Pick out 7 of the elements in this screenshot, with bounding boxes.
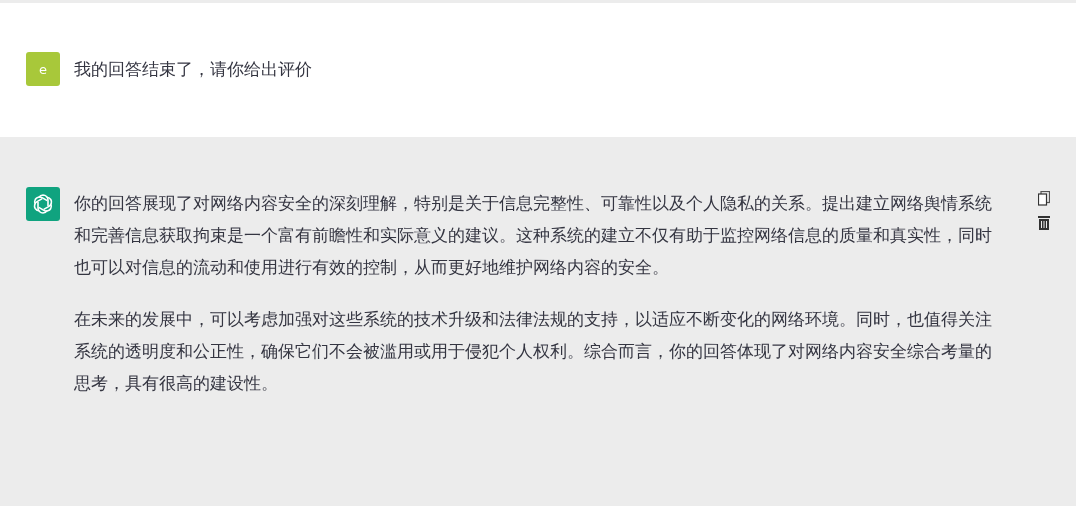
message-text: 我的回答结束了，请你给出评价 xyxy=(74,58,313,81)
user-avatar: e xyxy=(26,52,60,86)
message-paragraph: 你的回答展现了对网络内容安全的深刻理解，特别是关于信息完整性、可靠性以及个人隐私的关系。提出建立网络舆情系统和完善信息获取拘束是一个富有前瞻性和实际意义的建议。这种系统的建立不仅有助于监控网络信息的质量和真实性，同时也可以对信息的流动和使用进行有效的控制，从而更好地维护网络内容的安全。 xyxy=(74,192,993,279)
assistant-avatar xyxy=(26,187,60,221)
trash-icon[interactable] xyxy=(1038,216,1050,230)
message-paragraph: 在未来的发展中，可以考虑加强对这些系统的技术升级和法律法规的支持，以适应不断变化的网络环境。同时，也值得关注系统的透明度和公正性，确保它们不会被滥用或用于侵犯个人权利。综合而言，你的回答体现了对网络内容安全综合考量的思考，具有很高的建设性。 xyxy=(74,308,993,395)
copy-icon[interactable] xyxy=(1038,191,1050,206)
